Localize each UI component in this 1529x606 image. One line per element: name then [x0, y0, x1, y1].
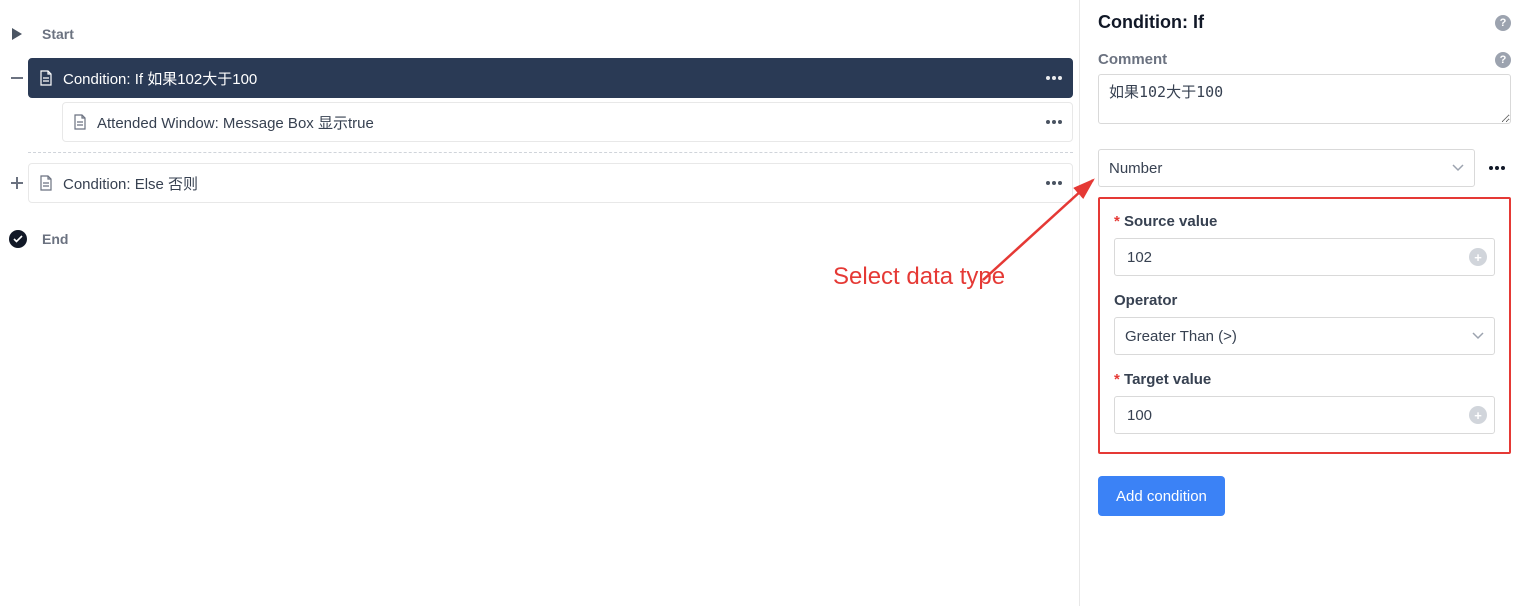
node-menu-button[interactable]	[1046, 181, 1062, 185]
check-circle-icon	[9, 230, 27, 248]
panel-title: Condition: If	[1098, 12, 1204, 33]
operator-select[interactable]: Greater Than (>)	[1114, 317, 1495, 355]
expand-toggle[interactable]	[6, 175, 28, 191]
message-box-node[interactable]: Attended Window: Message Box 显示true	[40, 102, 1073, 142]
document-icon	[39, 175, 53, 191]
add-condition-button[interactable]: Add condition	[1098, 476, 1225, 516]
node-menu-button[interactable]	[1046, 120, 1062, 124]
add-value-icon[interactable]: +	[1469, 406, 1487, 424]
plus-icon	[9, 175, 25, 191]
condition-else-card[interactable]: Condition: Else 否则	[28, 163, 1073, 203]
target-value-input[interactable]	[1114, 396, 1495, 434]
end-label: End	[42, 231, 68, 247]
source-value-label: Source value	[1114, 213, 1495, 230]
document-icon	[39, 70, 53, 86]
workflow-tree: Start Condition: If 如果102大于100	[0, 0, 1080, 606]
operator-value: Greater Than (>)	[1125, 328, 1237, 345]
data-type-select[interactable]: Number	[1098, 149, 1475, 187]
start-toggle[interactable]	[6, 26, 28, 42]
start-label: Start	[42, 26, 74, 42]
divider	[28, 152, 1073, 153]
data-type-more-button[interactable]	[1483, 154, 1511, 182]
data-type-value: Number	[1109, 160, 1162, 177]
chevron-down-icon	[1472, 332, 1484, 340]
document-icon	[73, 114, 87, 130]
condition-config: Source value + Operator Greater Than (>)…	[1098, 197, 1511, 454]
target-value-label: Target value	[1114, 371, 1495, 388]
chevron-down-icon	[1452, 164, 1464, 172]
message-box-card[interactable]: Attended Window: Message Box 显示true	[62, 102, 1073, 142]
condition-else-node[interactable]: Condition: Else 否则	[6, 163, 1073, 203]
message-box-label: Attended Window: Message Box 显示true	[97, 112, 1046, 133]
help-icon[interactable]: ?	[1495, 52, 1511, 68]
condition-else-label: Condition: Else 否则	[63, 173, 1046, 194]
properties-panel: Condition: If ? Comment ? Number Source …	[1080, 0, 1529, 606]
condition-if-label: Condition: If 如果102大于100	[63, 68, 1046, 89]
collapse-toggle[interactable]	[6, 70, 28, 86]
help-icon[interactable]: ?	[1495, 15, 1511, 31]
add-value-icon[interactable]: +	[1469, 248, 1487, 266]
start-node: Start	[6, 14, 1073, 54]
node-menu-button[interactable]	[1046, 76, 1062, 80]
minus-icon	[9, 70, 25, 86]
source-value-input[interactable]	[1114, 238, 1495, 276]
comment-label: Comment	[1098, 51, 1167, 68]
play-icon	[9, 26, 25, 42]
operator-label: Operator	[1114, 292, 1495, 309]
condition-if-node[interactable]: Condition: If 如果102大于100	[6, 58, 1073, 98]
end-node: End	[6, 219, 1073, 259]
comment-input[interactable]	[1098, 74, 1511, 124]
condition-if-card[interactable]: Condition: If 如果102大于100	[28, 58, 1073, 98]
